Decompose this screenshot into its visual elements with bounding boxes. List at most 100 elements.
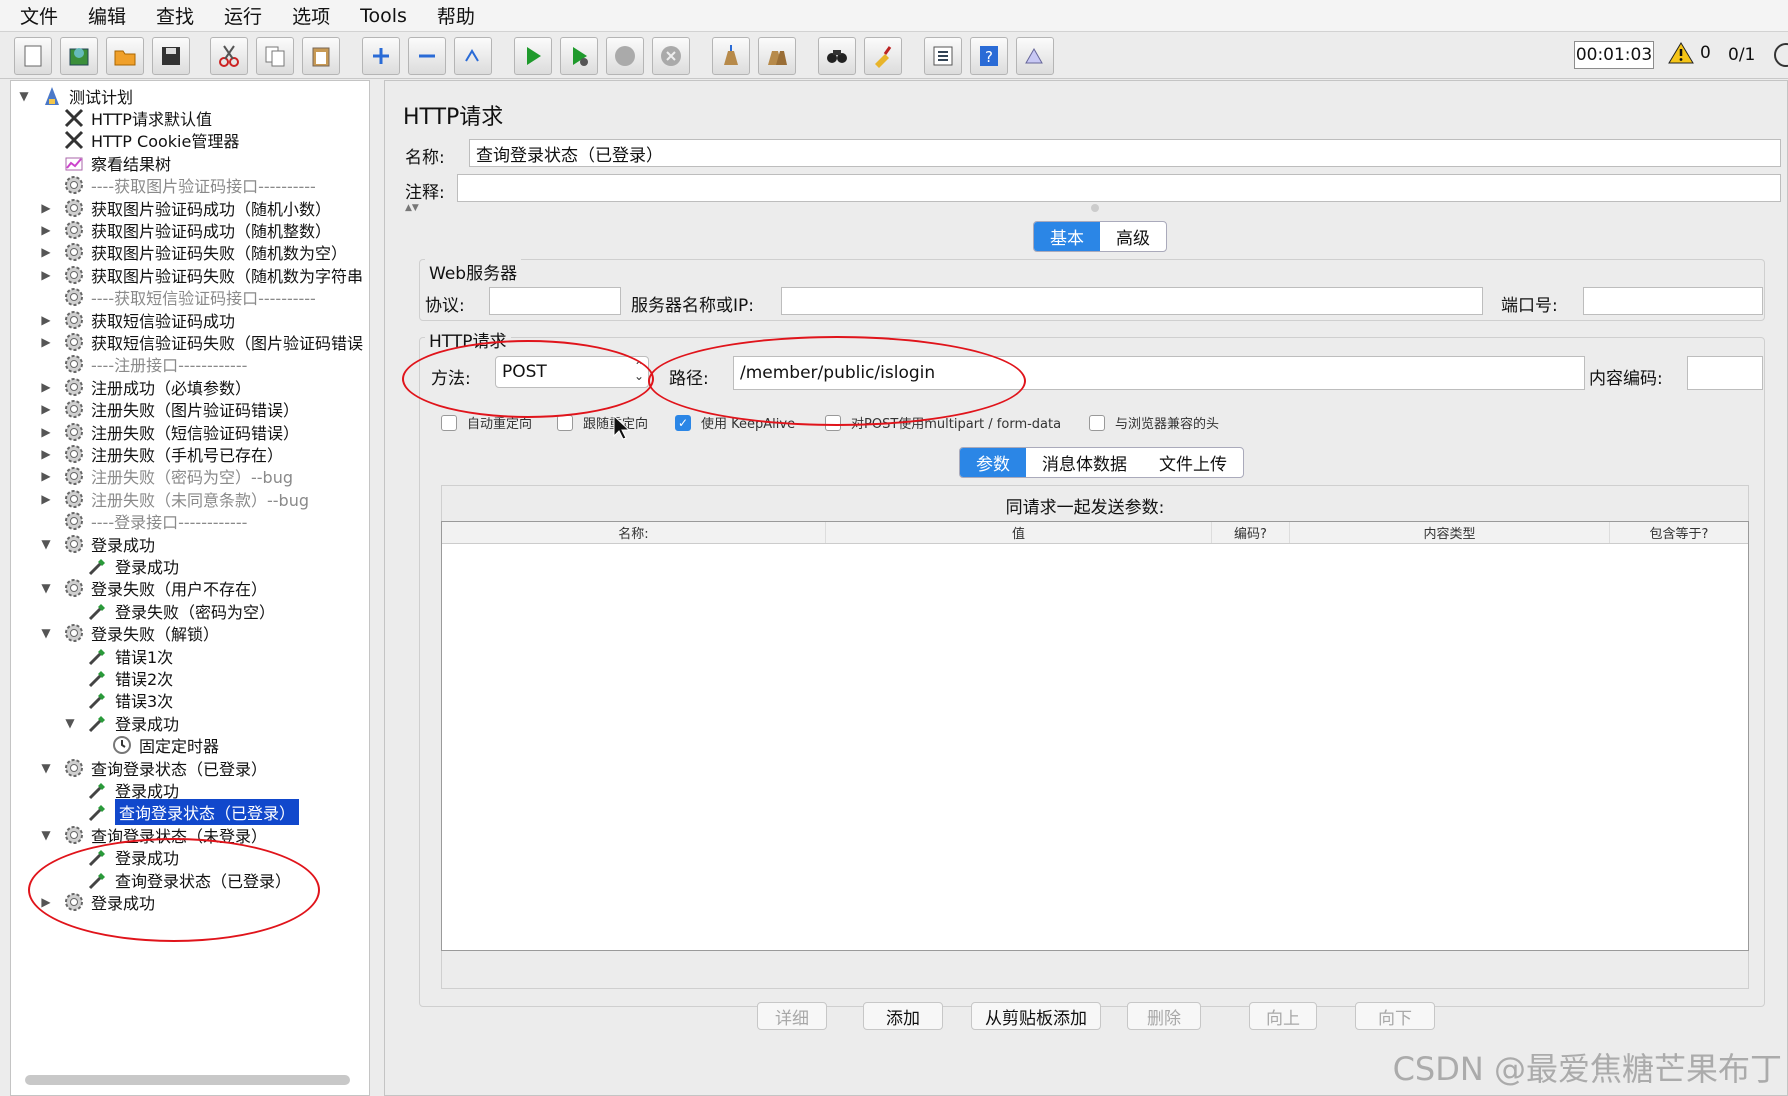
tree-item[interactable]: 查询登录状态（已登录）	[63, 867, 291, 892]
tree-item[interactable]: ▶ 获取图片验证码失败（随机数为空）	[39, 240, 347, 265]
tree-item[interactable]: ▼ 登录失败（解锁）	[39, 621, 219, 646]
collapse-arrows-icon[interactable]: ▲▼	[405, 203, 419, 213]
warning-indicator[interactable]: 0	[1668, 41, 1711, 65]
tree-item[interactable]: 登录成功	[63, 845, 179, 870]
add-from-clipboard-button[interactable]: 从剪贴板添加	[971, 1002, 1101, 1030]
templates-icon[interactable]	[60, 37, 98, 75]
collapsed-arrow-icon[interactable]: ▶	[39, 223, 53, 237]
collapsed-arrow-icon[interactable]: ▶	[39, 268, 53, 282]
column-header-value[interactable]: 值	[826, 522, 1212, 543]
name-field[interactable]: 查询登录状态（已登录）	[469, 139, 1781, 167]
encoding-field[interactable]	[1687, 356, 1763, 390]
menu-edit[interactable]: 编辑	[88, 2, 126, 29]
menu-run[interactable]: 运行	[224, 2, 262, 29]
tab-files-upload[interactable]: 文件上传	[1143, 448, 1243, 477]
move-up-button[interactable]: 向上	[1249, 1002, 1317, 1030]
tab-advanced[interactable]: 高级	[1100, 222, 1166, 251]
collapsed-arrow-icon[interactable]: ▶	[39, 469, 53, 483]
tree-item[interactable]: ▶ 注册失败（手机号已存在）	[39, 441, 283, 466]
protocol-field[interactable]	[489, 287, 621, 315]
menu-help[interactable]: 帮助	[437, 2, 475, 29]
tree-item[interactable]: ----登录接口------------	[39, 509, 247, 534]
column-header-include-equals[interactable]: 包含等于?	[1610, 522, 1748, 543]
collapsed-arrow-icon[interactable]: ▶	[39, 335, 53, 349]
clear-icon[interactable]	[712, 37, 750, 75]
server-field[interactable]	[781, 287, 1483, 315]
tree-item[interactable]: ▼ 登录成功	[39, 531, 155, 556]
help-icon[interactable]: ?	[970, 37, 1008, 75]
column-header-content-type[interactable]: 内容类型	[1290, 522, 1610, 543]
tree-item[interactable]: ▶ 获取图片验证码成功（随机小数）	[39, 195, 331, 220]
expanded-arrow-icon[interactable]: ▼	[39, 537, 53, 551]
search-icon[interactable]	[818, 37, 856, 75]
tree-item-selected[interactable]: 查询登录状态（已登录）	[63, 799, 300, 826]
comment-field[interactable]	[457, 174, 1781, 202]
menu-search[interactable]: 查找	[156, 2, 194, 29]
tree-item[interactable]: ----注册接口------------	[39, 352, 247, 377]
collapsed-arrow-icon[interactable]: ▶	[39, 425, 53, 439]
tree-item[interactable]: 错误3次	[63, 688, 173, 713]
tree-item[interactable]: 错误2次	[63, 665, 173, 690]
path-field[interactable]: /member/public/islogin	[733, 356, 1585, 390]
copy-icon[interactable]	[256, 37, 294, 75]
tree-item[interactable]: ▼ 登录失败（用户不存在）	[39, 576, 267, 601]
tree-item[interactable]: ▶ 获取图片验证码失败（随机数为字符串	[39, 262, 363, 287]
split-pane-divider[interactable]	[372, 580, 378, 594]
new-icon[interactable]	[14, 37, 52, 75]
tree-item[interactable]: HTTP Cookie管理器	[39, 128, 239, 153]
collapsed-arrow-icon[interactable]: ▶	[39, 245, 53, 259]
tree-item[interactable]: ▼ 查询登录状态（已登录）	[39, 755, 267, 780]
column-header-encode[interactable]: 编码?	[1212, 522, 1290, 543]
tree-item[interactable]: 登录失败（密码为空）	[63, 598, 275, 623]
function-helper-icon[interactable]	[924, 37, 962, 75]
collapsed-arrow-icon[interactable]: ▶	[39, 492, 53, 506]
expanded-arrow-icon[interactable]: ▼	[39, 761, 53, 775]
expanded-arrow-icon[interactable]: ▼	[39, 626, 53, 640]
port-field[interactable]	[1583, 287, 1763, 315]
expanded-arrow-icon[interactable]: ▼	[17, 89, 31, 103]
redirect-auto-checkbox[interactable]: 自动重定向	[441, 413, 532, 432]
paste-icon[interactable]	[302, 37, 340, 75]
tab-body-data[interactable]: 消息体数据	[1026, 448, 1143, 477]
start-icon[interactable]	[514, 37, 552, 75]
expanded-arrow-icon[interactable]: ▼	[39, 581, 53, 595]
tree-item[interactable]: ▶ 注册失败（图片验证码错误）	[39, 397, 299, 422]
tree-scrollbar[interactable]	[25, 1075, 350, 1085]
method-select[interactable]: POST ⌃ ⌄	[495, 356, 649, 388]
reset-search-icon[interactable]	[864, 37, 902, 75]
collapsed-arrow-icon[interactable]: ▶	[39, 447, 53, 461]
menu-tools[interactable]: Tools	[360, 5, 407, 27]
tree-item[interactable]: ----获取短信验证码接口----------	[39, 285, 316, 310]
tree-item[interactable]: ----获取图片验证码接口----------	[39, 173, 316, 198]
keepalive-checkbox[interactable]: ✓ 使用 KeepAlive	[675, 413, 795, 432]
tab-basic[interactable]: 基本	[1034, 222, 1100, 251]
tree-item[interactable]: 察看结果树	[39, 150, 171, 175]
expanded-arrow-icon[interactable]: ▼	[63, 716, 77, 730]
tree-item[interactable]: ▼ 查询登录状态（未登录）	[39, 822, 267, 847]
collapsed-arrow-icon[interactable]: ▶	[39, 380, 53, 394]
tree-item[interactable]: ▶ 注册成功（必填参数）	[39, 374, 251, 399]
multipart-checkbox[interactable]: 对POST使用multipart / form-data	[825, 413, 1061, 432]
collapsed-arrow-icon[interactable]: ▶	[39, 402, 53, 416]
menu-options[interactable]: 选项	[292, 2, 330, 29]
collapse-icon[interactable]	[408, 37, 446, 75]
tree-item[interactable]: ▶ 获取短信验证码失败（图片验证码错误	[39, 329, 363, 354]
toggle-icon[interactable]	[454, 37, 492, 75]
cut-icon[interactable]	[210, 37, 248, 75]
tree-item[interactable]: ▶ 获取图片验证码成功（随机整数）	[39, 217, 331, 242]
tree-item[interactable]: HTTP请求默认值	[39, 105, 212, 130]
expand-icon[interactable]	[362, 37, 400, 75]
parameters-table[interactable]: 名称: 值 编码? 内容类型 包含等于?	[441, 521, 1749, 951]
browser-headers-checkbox[interactable]: 与浏览器兼容的头	[1089, 413, 1219, 432]
move-down-button[interactable]: 向下	[1355, 1002, 1435, 1030]
add-button[interactable]: 添加	[863, 1002, 943, 1030]
shutdown-icon[interactable]	[652, 37, 690, 75]
delete-button[interactable]: 删除	[1127, 1002, 1201, 1030]
tree-item[interactable]: 固定定时器	[87, 733, 219, 758]
collapsed-arrow-icon[interactable]: ▶	[39, 895, 53, 909]
tree-item[interactable]: ▶ 注册失败（短信验证码错误）	[39, 419, 299, 444]
save-icon[interactable]	[152, 37, 190, 75]
collapsed-arrow-icon[interactable]: ▶	[39, 201, 53, 215]
expanded-arrow-icon[interactable]: ▼	[39, 828, 53, 842]
drag-handle-icon[interactable]	[1091, 204, 1099, 212]
